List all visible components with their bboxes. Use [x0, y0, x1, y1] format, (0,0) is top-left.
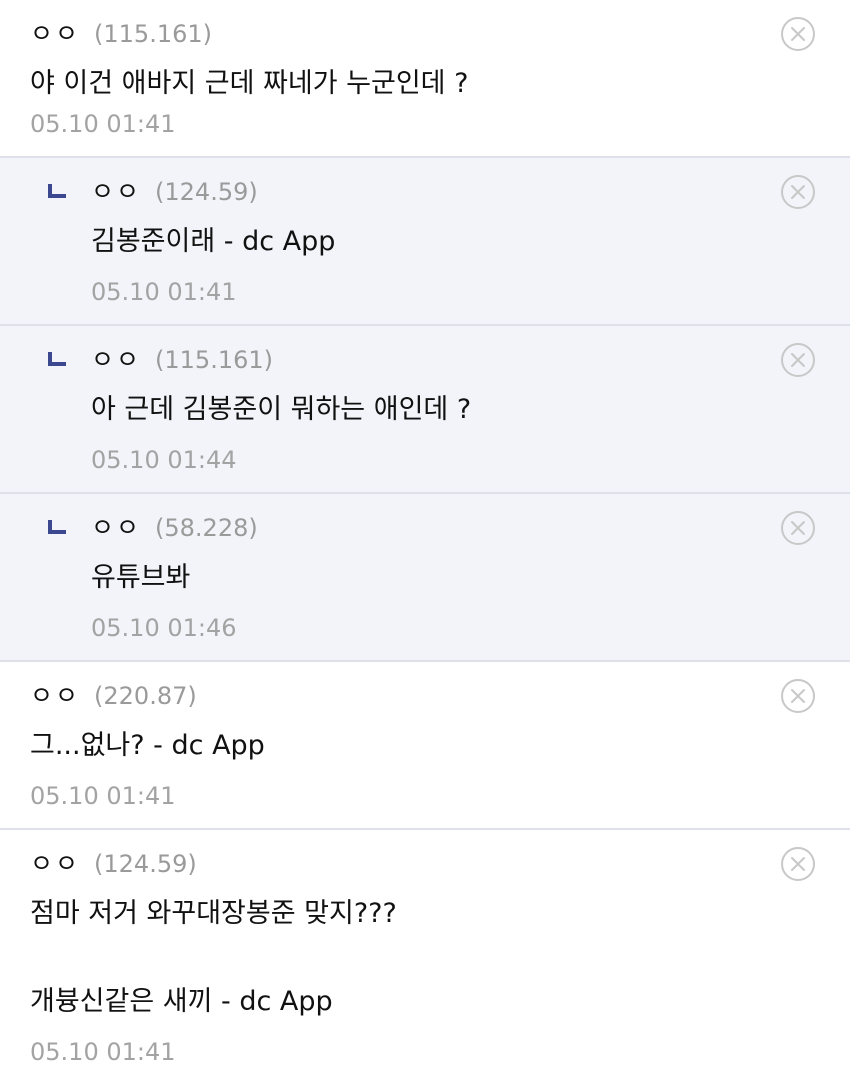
comment-header: ㅇㅇ (58.228) [91, 508, 258, 544]
comment-ip: (58.228) [155, 514, 258, 542]
comment-ip: (220.87) [94, 682, 197, 710]
close-circle-icon[interactable] [780, 342, 816, 378]
reply-arrow-icon [48, 352, 66, 366]
comment-date: 05.10 01:41 [91, 278, 237, 306]
comment-text: 점마 저거 와꾸대장봉준 맞지??? 개븅신같은 새끼 - dc App [30, 898, 397, 1017]
close-circle-icon[interactable] [780, 846, 816, 882]
comment-ip: (115.161) [94, 20, 212, 48]
reply-item: ㅇㅇ (58.228) 유튜브봐 05.10 01:46 [0, 494, 850, 662]
reply-arrow-icon [48, 520, 66, 534]
comment-nickname[interactable]: ㅇㅇ [91, 172, 141, 208]
comment-nickname[interactable]: ㅇㅇ [30, 14, 80, 50]
comment-ip: (115.161) [155, 346, 273, 374]
comment-nickname[interactable]: ㅇㅇ [30, 676, 80, 712]
comment-text: 유튜브봐 [91, 562, 191, 593]
comment-text: 그...없나? - dc App [30, 730, 265, 761]
comment-text: 아 근데 김봉준이 뭐하는 애인데 ? [91, 394, 472, 425]
comment-date: 05.10 01:46 [91, 614, 237, 642]
comment-item: ㅇㅇ (124.59) 점마 저거 와꾸대장봉준 맞지??? 개븅신같은 새끼 … [0, 830, 850, 1084]
comment-ip: (124.59) [94, 850, 197, 878]
comment-header: ㅇㅇ (115.161) [91, 340, 273, 376]
comment-date: 05.10 01:41 [30, 1038, 176, 1066]
comment-nickname[interactable]: ㅇㅇ [91, 508, 141, 544]
comment-header: ㅇㅇ (124.59) [30, 844, 197, 880]
close-circle-icon[interactable] [780, 510, 816, 546]
close-circle-icon[interactable] [780, 16, 816, 52]
comment-text: 김봉준이래 - dc App [91, 226, 336, 257]
comment-item: ㅇㅇ (220.87) 그...없나? - dc App 05.10 01:41 [0, 662, 850, 830]
comment-header: ㅇㅇ (124.59) [91, 172, 258, 208]
comment-nickname[interactable]: ㅇㅇ [30, 844, 80, 880]
comment-ip: (124.59) [155, 178, 258, 206]
comment-date: 05.10 01:41 [30, 782, 176, 810]
close-circle-icon[interactable] [780, 174, 816, 210]
close-circle-icon[interactable] [780, 678, 816, 714]
comment-nickname[interactable]: ㅇㅇ [91, 340, 141, 376]
comment-header: ㅇㅇ (220.87) [30, 676, 197, 712]
comment-header: ㅇㅇ (115.161) [30, 14, 212, 50]
comment-date: 05.10 01:44 [91, 446, 237, 474]
comment-item: ㅇㅇ (115.161) 야 이건 애바지 근데 짜네가 누군인데 ? 05.1… [0, 0, 850, 158]
reply-arrow-icon [48, 184, 66, 198]
reply-item: ㅇㅇ (115.161) 아 근데 김봉준이 뭐하는 애인데 ? 05.10 0… [0, 326, 850, 494]
comment-date: 05.10 01:41 [30, 110, 176, 138]
reply-item: ㅇㅇ (124.59) 김봉준이래 - dc App 05.10 01:41 [0, 158, 850, 326]
comment-text: 야 이건 애바지 근데 짜네가 누군인데 ? [30, 68, 469, 99]
